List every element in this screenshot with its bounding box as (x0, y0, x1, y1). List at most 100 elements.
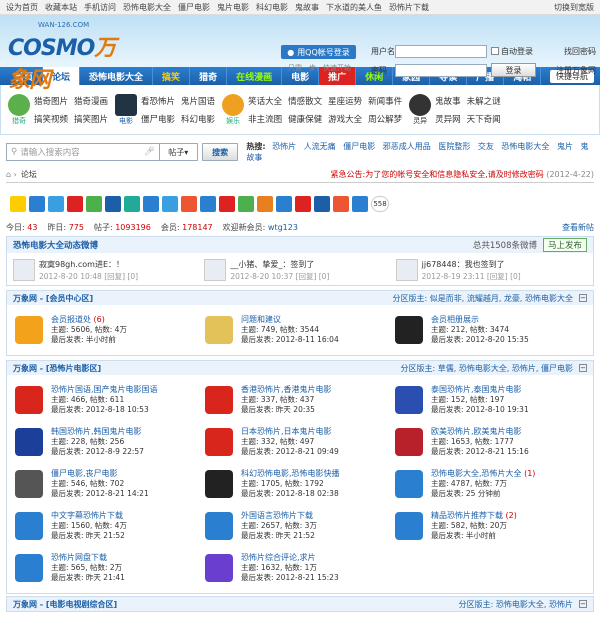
forum-icon[interactable] (395, 386, 423, 414)
forum-name[interactable]: 会员报道处 (51, 315, 91, 324)
share-icon[interactable] (10, 196, 26, 212)
hot-link[interactable]: 人流无痛 (304, 142, 336, 151)
forum-name[interactable]: 精品恐怖片推荐下载 (431, 511, 503, 520)
forum-name[interactable]: 外国语言恐怖片下载 (241, 511, 313, 520)
share-icon[interactable] (219, 196, 235, 212)
collapse-icon[interactable]: − (579, 364, 587, 372)
section-moderators[interactable]: 似是而非, 流耀越月, 龙豪, 恐怖电影大全 (430, 294, 573, 303)
hot-link[interactable]: 恐怖电影大全 (501, 142, 549, 151)
forum-icon[interactable] (15, 386, 43, 414)
forum-name[interactable]: 香港恐怖片,香港鬼片电影 (241, 385, 332, 394)
subnav-link[interactable]: 天下奇闻 (467, 113, 501, 125)
forum-name[interactable]: 问题和建议 (241, 315, 281, 324)
home-icon[interactable]: ⌂ › (6, 170, 17, 179)
forum-last-post[interactable]: 最后发表: 2012-8-20 15:35 (431, 335, 529, 345)
topbar-link-home[interactable]: 设为首页 (6, 2, 38, 13)
forum-name[interactable]: 日本恐怖片,日本鬼片电影 (241, 427, 332, 436)
forum-icon[interactable] (395, 428, 423, 456)
forum-item[interactable]: 恐怖电影大全,恐怖片大全 (1) 主题: 4787, 帖数: 7万 最后发表: 25… (395, 463, 585, 505)
forum-item[interactable]: 泰国恐怖片,泰国鬼片电影 主题: 152, 帖数: 197 最后发表: 2012-… (395, 379, 585, 421)
forum-item[interactable]: 科幻恐怖电影,恐怖电影快播 主题: 1705, 帖数: 1792 最后发表: 20… (205, 463, 395, 505)
section-title[interactable]: 万象网 - [电影电视剧综合区] (13, 599, 117, 610)
topbar-link-story[interactable]: 鬼故事 (295, 2, 319, 13)
share-icon[interactable] (200, 196, 216, 212)
forum-item[interactable]: 僵尸电影,丧尸电影 主题: 546, 帖数: 702 最后发表: 2012-8-2… (15, 463, 205, 505)
forum-name[interactable]: 恐怖片国语,国产鬼片电影国语 (51, 385, 158, 394)
forum-item[interactable]: 精品恐怖片推荐下载 (2) 主题: 582, 帖数: 20万 最后发表: 半小时前 (395, 505, 585, 547)
forum-last-post[interactable]: 最后发表: 半小时前 (431, 531, 517, 541)
share-icon[interactable] (124, 196, 140, 212)
search-type-select[interactable]: 帖子 ▾ (159, 143, 198, 161)
avatar[interactable] (204, 259, 227, 281)
share-icon[interactable] (86, 196, 102, 212)
avatar[interactable] (13, 259, 35, 281)
hot-link[interactable]: 交友 (478, 142, 494, 151)
share-icon[interactable] (352, 196, 368, 212)
forum-name[interactable]: 恐怖电影大全,恐怖片大全 (431, 469, 522, 478)
share-icon[interactable] (48, 196, 64, 212)
forum-icon[interactable] (205, 316, 233, 344)
share-icon[interactable] (276, 196, 292, 212)
forum-last-post[interactable]: 最后发表: 半小时前 (51, 335, 127, 345)
nav-comics[interactable]: 在线漫画 (227, 67, 283, 85)
topbar-link-download[interactable]: 恐怖片下载 (389, 2, 429, 13)
nav-odd[interactable]: 猎奇 (190, 67, 228, 85)
forum-last-post[interactable]: 最后发表: 2012-8-18 02:38 (241, 489, 340, 499)
forum-item[interactable]: 恐怖片网盘下载 主题: 565, 帖数: 2万 最后发表: 昨天 21:41 (15, 547, 205, 589)
subnav-link[interactable]: 灵异网 (435, 113, 461, 125)
nav-funny[interactable]: 搞笑 (153, 67, 191, 85)
switch-wide-link[interactable]: 切换到宽版 (554, 2, 594, 13)
subnav-link[interactable]: 游戏大全 (328, 113, 362, 125)
forum-last-post[interactable]: 最后发表: 2012-8-21 15:16 (431, 447, 529, 457)
subnav-link[interactable]: 非主流图 (248, 113, 282, 125)
search-button[interactable]: 搜索 (201, 143, 239, 161)
register-link[interactable]: 注册万象网 (556, 65, 596, 76)
subnav-link[interactable]: 僵尸电影 (141, 113, 175, 125)
topbar-link-bookmark[interactable]: 收藏本站 (45, 2, 77, 13)
section-moderators[interactable]: 恐怖电影大全, 恐怖片 (496, 600, 573, 609)
mic-icon[interactable]: 🎤︎ (144, 147, 155, 157)
search-input[interactable]: ⚲ 请输入搜索内容 🎤︎ (6, 143, 160, 161)
forum-icon[interactable] (15, 470, 43, 498)
subnav-link[interactable]: 周公解梦 (368, 113, 402, 125)
forum-last-post[interactable]: 最后发表: 2012-8-11 16:04 (241, 335, 339, 345)
share-icon[interactable] (162, 196, 178, 212)
subnav-link[interactable]: 猎奇漫画 (74, 95, 108, 107)
forum-last-post[interactable]: 最后发表: 2012-8-21 15:23 (241, 573, 339, 583)
forum-name[interactable]: 韩国恐怖片,韩国鬼片电影 (51, 427, 142, 436)
forum-name[interactable]: 会员相册展示 (431, 315, 479, 324)
subnav-link[interactable]: 未解之谜 (467, 95, 501, 107)
forum-last-post[interactable]: 最后发表: 2012-8-10 19:31 (431, 405, 529, 415)
subnav-link[interactable]: 科幻电影 (181, 113, 215, 125)
topbar-link-horror[interactable]: 恐怖电影大全 (123, 2, 171, 13)
hot-link[interactable]: 僵尸电影 (343, 142, 375, 151)
forum-item[interactable]: 韩国恐怖片,韩国鬼片电影 主题: 228, 帖数: 256 最后发表: 2012-… (15, 421, 205, 463)
share-icon[interactable] (29, 196, 45, 212)
find-password-link[interactable]: 找回密码 (564, 46, 596, 57)
publish-button[interactable]: 马上发布 (542, 238, 587, 252)
topbar-link-scifi[interactable]: 科幻电影 (256, 2, 288, 13)
topbar-link-ghost[interactable]: 鬼片电影 (217, 2, 249, 13)
topbar-link-zombie[interactable]: 僵尸电影 (178, 2, 210, 13)
newest-member[interactable]: wtg123 (268, 223, 298, 232)
subnav-link[interactable]: 看恐怖片 (141, 95, 175, 107)
forum-icon[interactable] (205, 512, 233, 540)
forum-item[interactable]: 欧美恐怖片,欧美鬼片电影 主题: 1653, 帖数: 1777 最后发表: 201… (395, 421, 585, 463)
forum-item[interactable]: 问题和建议 主题: 749, 帖数: 3544 最后发表: 2012-8-11 1… (205, 309, 395, 351)
share-icon[interactable] (257, 196, 273, 212)
subnav-link[interactable]: 搞笑图片 (74, 113, 108, 125)
forum-item[interactable]: 会员相册展示 主题: 212, 帖数: 3474 最后发表: 2012-8-20 … (395, 309, 585, 351)
weibo-title[interactable]: 恐怖电影大全动态微博 (13, 239, 98, 251)
forum-name[interactable]: 僵尸电影,丧尸电影 (51, 469, 118, 478)
site-logo[interactable]: WAN-126.COM COSMO万象网 (8, 21, 128, 93)
subnav-link[interactable]: 健康保健 (288, 113, 322, 125)
subnav-link[interactable]: 鬼片国语 (181, 95, 215, 107)
forum-name[interactable]: 欧美恐怖片,欧美鬼片电影 (431, 427, 522, 436)
share-icon[interactable] (333, 196, 349, 212)
forum-icon[interactable] (395, 470, 423, 498)
forum-item[interactable]: 恐怖片综合评论,求片 主题: 1632, 帖数: 1万 最后发表: 2012-8-… (205, 547, 395, 589)
section-title[interactable]: 万象网 - [会员中心区] (13, 293, 93, 304)
avatar[interactable] (395, 259, 418, 281)
hot-link[interactable]: 恐怖片 (272, 142, 296, 151)
forum-icon[interactable] (395, 512, 423, 540)
